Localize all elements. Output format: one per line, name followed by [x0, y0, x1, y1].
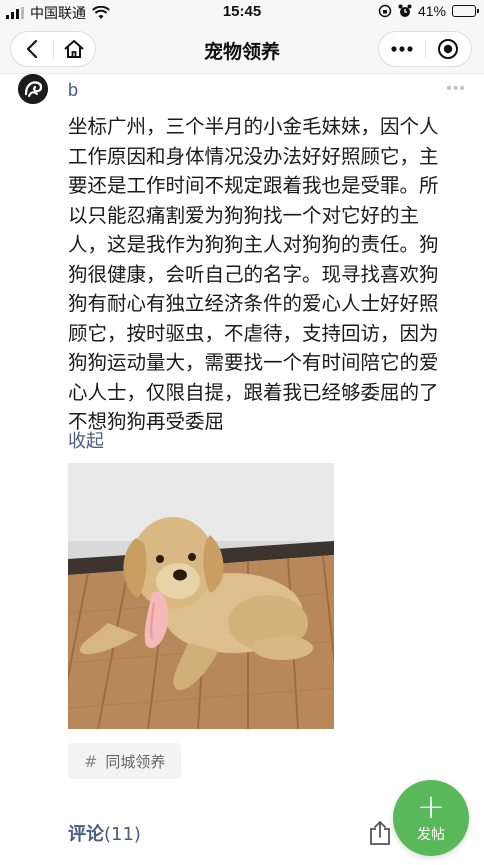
status-bar: 中国联通 15:45 41% — [0, 0, 484, 24]
more-icon — [391, 46, 413, 52]
content-line: 以只能忍痛割爱为狗狗找一个对它好的主 — [68, 203, 420, 227]
target-icon — [438, 39, 459, 59]
tag-hash: # — [84, 751, 98, 771]
lock-rotation-icon — [378, 4, 392, 18]
golden-retriever-puppy-image — [68, 463, 334, 729]
content-line: 狗狗运动量大，需要找一个有时间陪它的爱 — [68, 351, 439, 374]
status-right: 41% — [378, 3, 479, 19]
comments-count: (11) — [104, 824, 141, 845]
content-line: 狗有耐心有独立经济条件的爱心人士好好照 — [68, 292, 439, 315]
content-line: 坐标广州，三个半月的小金毛妹妹，因个人 — [68, 115, 439, 138]
tag-label: 同城领养 — [105, 752, 166, 771]
post-username[interactable]: b — [68, 80, 78, 101]
topic-tag[interactable]: # 同城领养 — [68, 743, 182, 779]
content-line: 人，这是我作为狗狗主人对狗狗的责任。狗 — [68, 233, 439, 256]
content-line: 要还是工作时间不规定跟着我也是受罪。所 — [68, 174, 439, 197]
post-content: 坐标广州，三个半月的小金毛妹妹，因个人 工作原因和身体情况没办法好好照顾它，主 … — [68, 112, 460, 437]
content-line: 不想狗狗再受委屈 — [68, 410, 225, 433]
new-post-button[interactable]: + 发帖 — [393, 780, 469, 856]
comments-link[interactable]: 评论(11) — [68, 820, 141, 846]
share-icon[interactable] — [368, 820, 392, 846]
post-more-icon[interactable]: ••• — [446, 80, 466, 98]
comments-label: 评论 — [68, 824, 104, 845]
nav-bar: 宠物领养 — [0, 24, 484, 74]
content-line: 工作原因和身体情况没办法好好照顾它，主 — [68, 144, 439, 168]
content-line: 狗很健康，会听自己的名字。现寻找喜欢狗 — [68, 262, 439, 286]
alarm-icon — [398, 4, 412, 17]
avatar-logo-icon — [18, 74, 48, 104]
avatar[interactable] — [18, 74, 48, 104]
close-miniprogram-button[interactable] — [426, 32, 472, 66]
battery-icon — [452, 5, 479, 17]
nav-right-capsule — [378, 31, 472, 67]
battery-percent: 41% — [417, 3, 446, 19]
plus-icon: + — [416, 787, 446, 827]
more-menu-button[interactable] — [379, 32, 425, 66]
collapse-link[interactable]: 收起 — [68, 427, 104, 453]
content-line: 顾它，按时驱虫，不虐待，支持回访，因为 — [68, 321, 439, 345]
new-post-label: 发帖 — [417, 827, 445, 843]
content-line: 心人士，仅限自提，跟着我已经够委屈的了 — [68, 380, 439, 404]
post-photo[interactable] — [68, 463, 334, 729]
